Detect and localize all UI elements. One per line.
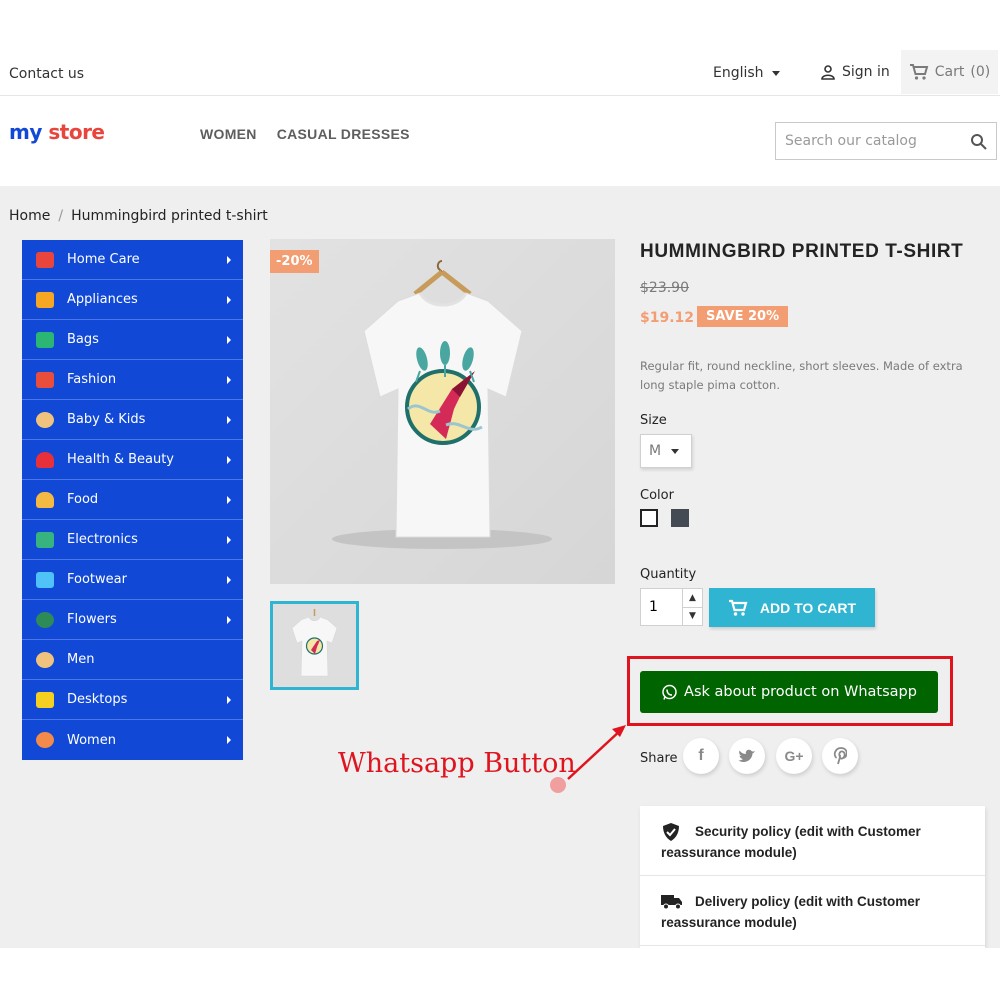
language-selector[interactable]: English (713, 65, 780, 81)
site-header: my store WOMEN CASUAL DRESSES (0, 96, 1000, 186)
sign-in-link[interactable]: Sign in (820, 64, 890, 80)
main-content: Home / Hummingbird printed t-shirt Home … (0, 186, 1000, 948)
twitter-share-button[interactable] (729, 738, 765, 774)
twitter-icon (738, 749, 755, 762)
search-box (775, 122, 997, 160)
top-bar: Contact us English Sign in Cart (0) (0, 50, 1000, 96)
cart-icon (909, 64, 929, 80)
page-bottom-margin (0, 948, 1000, 1000)
security-policy-text: Security policy (edit with Customer reas… (661, 824, 921, 860)
language-label: English (713, 65, 764, 81)
reassurance-block: Security policy (edit with Customer reas… (640, 806, 985, 948)
sign-in-label: Sign in (842, 64, 890, 80)
nav-casual-dresses[interactable]: CASUAL DRESSES (277, 126, 410, 142)
delivery-policy-text: Delivery policy (edit with Customer reas… (661, 894, 921, 930)
contact-us-link[interactable]: Contact us (9, 66, 84, 82)
facebook-icon: f (698, 747, 704, 764)
security-policy: Security policy (edit with Customer reas… (640, 806, 985, 876)
user-icon (821, 65, 835, 80)
truck-icon (661, 895, 682, 910)
pinterest-icon (833, 747, 847, 765)
nav-women[interactable]: WOMEN (200, 126, 257, 142)
cart-button[interactable]: Cart (0) (901, 50, 998, 94)
shield-check-icon (663, 823, 679, 841)
cart-count: (0) (970, 64, 991, 80)
search-icon[interactable] (970, 133, 988, 151)
chevron-down-icon (771, 70, 780, 76)
logo-word-my: my (9, 120, 42, 144)
annotation-label: Whatsapp Button (338, 748, 576, 779)
facebook-share-button[interactable]: f (683, 738, 719, 774)
search-input[interactable] (776, 123, 956, 159)
pinterest-share-button[interactable] (822, 738, 858, 774)
store-logo[interactable]: my store (9, 120, 105, 144)
cart-label: Cart (934, 64, 965, 80)
main-nav: WOMEN CASUAL DRESSES (200, 126, 410, 142)
google-plus-icon: G+ (784, 748, 804, 764)
logo-word-store: store (48, 120, 105, 144)
share-label: Share (640, 751, 678, 766)
delivery-policy: Delivery policy (edit with Customer reas… (640, 876, 985, 946)
google-plus-share-button[interactable]: G+ (776, 738, 812, 774)
